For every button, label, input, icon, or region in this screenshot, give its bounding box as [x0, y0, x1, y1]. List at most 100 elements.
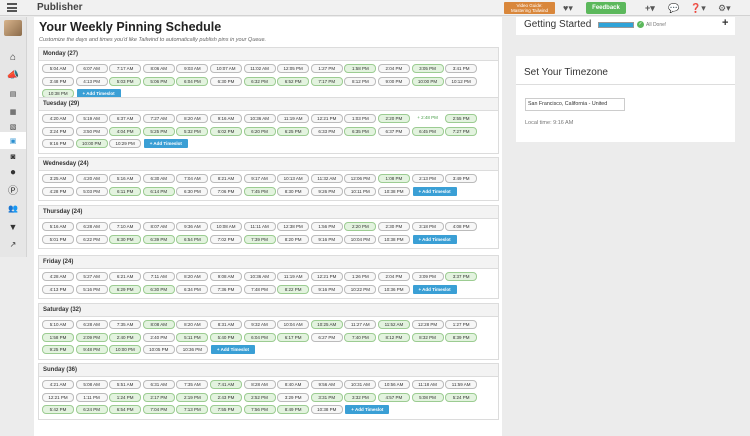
timeslot[interactable]: 7:35 AM: [109, 320, 142, 329]
filter-icon[interactable]: ▼: [0, 218, 26, 235]
trend-icon[interactable]: ↗: [0, 236, 26, 253]
timeslot[interactable]: 3:49 PM: [445, 174, 478, 183]
timeslot[interactable]: 12:21 PM: [310, 272, 343, 281]
timeslot[interactable]: 5:10 AM: [42, 320, 74, 329]
timeslot[interactable]: 3:41 PM: [445, 64, 478, 73]
timeslot[interactable]: 8:32 PM: [411, 332, 444, 342]
timeslot[interactable]: 5:51 AM: [109, 380, 142, 389]
timeslot[interactable]: + 2:48 PM: [412, 114, 444, 123]
timeslot[interactable]: 3:48 PM: [42, 76, 74, 86]
gear-icon[interactable]: ⚙▾: [718, 1, 731, 15]
timeslot[interactable]: 10:38 PM: [310, 405, 343, 414]
pinterest-icon[interactable]: Ⓟ: [0, 181, 26, 198]
timeslot[interactable]: 6:04 PM: [243, 332, 276, 342]
timeslot[interactable]: 1:03 PM: [344, 114, 377, 123]
timeslot[interactable]: 2:40 PM: [109, 332, 142, 342]
timeslot[interactable]: 5:16 AM: [42, 222, 74, 231]
timeslot[interactable]: 9:56 AM: [310, 380, 343, 389]
timeslot[interactable]: 8:22 PM: [277, 284, 310, 294]
timeslot[interactable]: 6:31 AM: [142, 380, 175, 389]
timeslot[interactable]: 9:25 PM: [42, 345, 74, 354]
timeslot[interactable]: 10:04 PM: [344, 234, 377, 244]
timeslot[interactable]: 7:39 PM: [243, 234, 276, 244]
help-icon[interactable]: ❓▾: [690, 1, 706, 15]
timeslot[interactable]: 8:49 PM: [277, 405, 310, 414]
timeslot[interactable]: 5:19 AM: [75, 114, 108, 123]
timeslot[interactable]: 1:56 PM: [310, 222, 343, 231]
timeslot[interactable]: 6:14 PM: [142, 186, 175, 196]
timeslot[interactable]: 10:00 PM: [109, 345, 142, 354]
timeslot[interactable]: 1:58 PM: [344, 64, 377, 73]
avatar[interactable]: [4, 20, 22, 36]
timeslot[interactable]: 5:32 PM: [176, 126, 209, 136]
timeslot[interactable]: 6:20 PM: [243, 126, 276, 136]
heart-icon[interactable]: ♥▾: [563, 1, 573, 15]
timeslot[interactable]: 4:20 AM: [75, 174, 108, 183]
timeslot[interactable]: 2:04 PM: [377, 272, 410, 281]
timeslot[interactable]: 7:41 AM: [209, 380, 242, 389]
timeslot[interactable]: 6:54 PM: [109, 405, 142, 414]
timeslot[interactable]: 6:29 PM: [109, 284, 142, 294]
timeslot[interactable]: 2:19 PM: [176, 392, 209, 402]
timeslot[interactable]: 6:52 PM: [277, 76, 310, 86]
timeslot[interactable]: 5:16 PM: [75, 284, 108, 294]
add-timeslot-button[interactable]: + Add Timeslot: [412, 234, 457, 244]
timeslot[interactable]: 2:20 PM: [344, 222, 377, 231]
timeslot[interactable]: 9:16 PM: [310, 284, 343, 294]
plus-icon[interactable]: +▾: [645, 1, 655, 15]
add-timeslot-button[interactable]: + Add Timeslot: [412, 186, 457, 196]
timeslot[interactable]: 11:18 AM: [411, 380, 444, 389]
timeslot[interactable]: 5:01 PM: [42, 234, 74, 244]
timeslot[interactable]: 8:39 PM: [445, 332, 478, 342]
timeslot[interactable]: 1:08 PM: [377, 174, 410, 183]
video-guide-button[interactable]: Video Guide: Mastering Tailwind: [504, 2, 555, 14]
timeslot[interactable]: 4:04 PM: [109, 126, 142, 136]
timeslot[interactable]: 2:43 PM: [209, 392, 242, 402]
timeslot[interactable]: 9:48 PM: [75, 345, 108, 354]
timeslot[interactable]: 6:45 PM: [411, 126, 444, 136]
timeslot[interactable]: 5:40 PM: [209, 332, 242, 342]
timeslot[interactable]: 3:09 PM: [411, 272, 444, 281]
timeslot[interactable]: 9:16 PM: [310, 234, 343, 244]
timeslot[interactable]: 6:11 PM: [109, 186, 142, 196]
document-icon[interactable]: ▤: [0, 85, 26, 102]
timeslot[interactable]: 7:45 PM: [243, 186, 276, 196]
timeslot[interactable]: 7:11 AM: [142, 272, 175, 281]
timeslot[interactable]: 5:08 PM: [411, 392, 444, 402]
timeslot[interactable]: 1:58 PM: [42, 332, 74, 342]
timeslot[interactable]: 6:39 PM: [142, 234, 175, 244]
feedback-button[interactable]: Feedback: [586, 2, 626, 14]
timeslot[interactable]: 10:00 PM: [411, 76, 444, 86]
timeslot[interactable]: 6:25 PM: [277, 126, 310, 136]
timeslot[interactable]: 10:56 AM: [377, 380, 410, 389]
timeslot[interactable]: 11:27 AM: [344, 320, 377, 329]
megaphone-icon[interactable]: 📣: [0, 67, 26, 84]
timeslot[interactable]: 9:08 AM: [209, 272, 242, 281]
timeslot[interactable]: 11:52 AM: [377, 320, 410, 329]
timeslot[interactable]: 5:25 PM: [142, 126, 175, 136]
timeslot[interactable]: 6:33 PM: [310, 126, 343, 136]
timeslot[interactable]: 12:06 PM: [344, 174, 377, 183]
calendar-icon[interactable]: ▣: [0, 132, 26, 149]
timeslot[interactable]: 6:30 PM: [142, 284, 175, 294]
timeslot[interactable]: 10:29 PM: [109, 139, 142, 148]
timeslot[interactable]: 1:24 PM: [109, 392, 142, 402]
timeslot[interactable]: 7:17 PM: [310, 76, 343, 86]
timeslot[interactable]: 5:03 PM: [109, 76, 142, 86]
timeslot[interactable]: 10:31 AM: [344, 380, 377, 389]
timeslot[interactable]: 4:13 PM: [42, 284, 74, 294]
timeslot[interactable]: 7:27 AM: [142, 114, 175, 123]
timeslot[interactable]: 3:24 PM: [42, 126, 74, 136]
timeslot[interactable]: 8:21 AM: [209, 174, 242, 183]
timeslot[interactable]: 12:21 PM: [310, 114, 343, 123]
timeslot[interactable]: 9:16 PM: [42, 139, 74, 148]
timeslot[interactable]: 6:28 AM: [75, 320, 108, 329]
timeslot[interactable]: 9:17 AM: [243, 174, 276, 183]
timeslot[interactable]: 6:28 AM: [75, 222, 108, 231]
timeslot[interactable]: 2:04 PM: [377, 64, 410, 73]
timeslot[interactable]: 7:40 PM: [344, 332, 377, 342]
timeslot[interactable]: 1:11 PM: [75, 392, 108, 402]
timeslot[interactable]: 6:24 PM: [75, 405, 108, 414]
timeslot[interactable]: 4:57 PM: [377, 392, 410, 402]
timeslot[interactable]: 5:11 PM: [176, 332, 209, 342]
